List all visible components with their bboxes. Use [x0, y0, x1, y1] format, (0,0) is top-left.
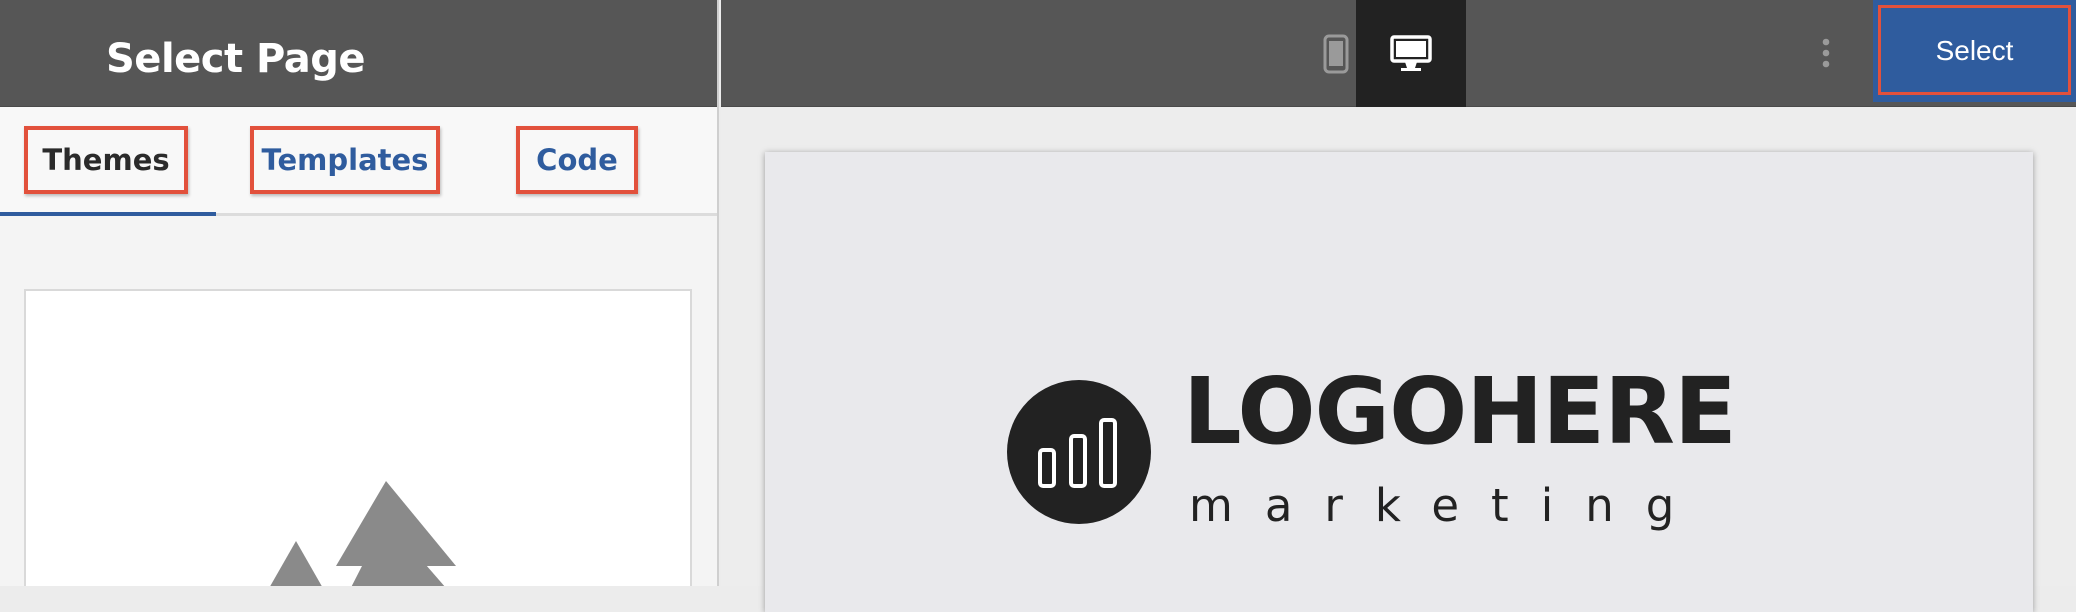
bar-chart-circle-icon	[1007, 380, 1151, 524]
logo-subtitle: marketing	[1189, 479, 1707, 532]
logo-title: LOGOHERE	[1183, 358, 1737, 465]
tab-bar: Themes Templates Code	[0, 107, 717, 216]
preview-toolbar: Select	[721, 0, 2076, 107]
more-options-button[interactable]	[1801, 28, 1851, 78]
desktop-view-button[interactable]	[1356, 0, 1466, 107]
image-placeholder-icon	[270, 481, 456, 586]
panel-header: Select Page	[0, 0, 717, 107]
select-button[interactable]: Select	[1873, 0, 2076, 102]
theme-card[interactable]	[24, 289, 692, 586]
tab-code[interactable]: Code	[516, 126, 638, 194]
preview-area: LOGOHERE marketing	[721, 107, 2076, 612]
select-button-label: Select	[1935, 35, 2014, 66]
left-panel: Select Page Themes Templates Code	[0, 0, 719, 586]
tab-templates[interactable]: Templates	[250, 126, 440, 194]
vertical-dots-icon	[1822, 38, 1830, 68]
desktop-monitor-icon	[1390, 34, 1432, 71]
mobile-device-icon	[1323, 34, 1349, 73]
tab-themes[interactable]: Themes	[24, 126, 188, 194]
page-title: Select Page	[106, 36, 366, 82]
page-preview[interactable]: LOGOHERE marketing	[765, 152, 2033, 612]
active-tab-indicator	[0, 212, 216, 216]
